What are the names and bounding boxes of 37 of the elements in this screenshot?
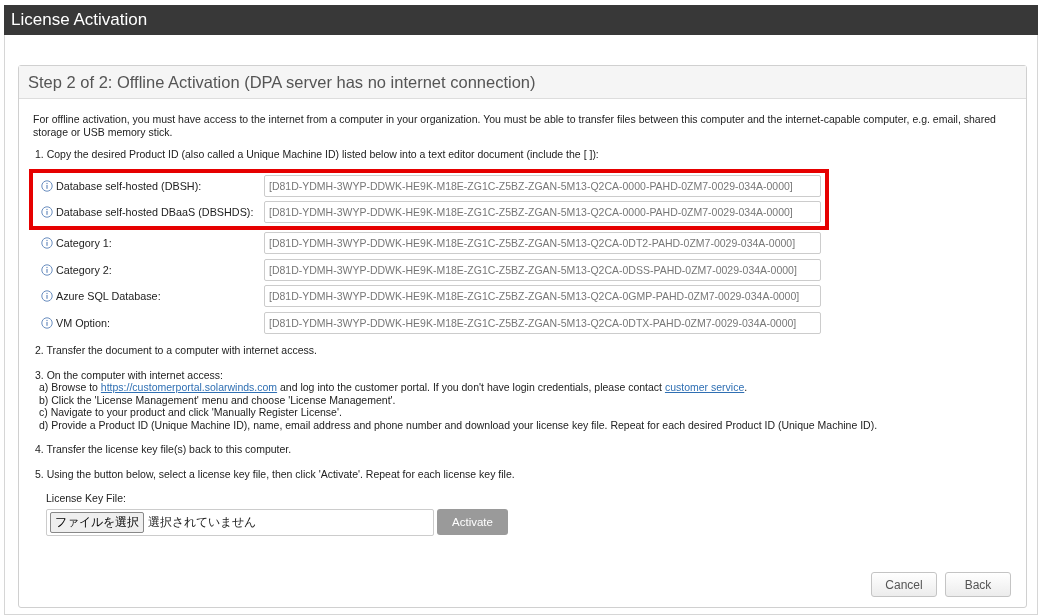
instruction-text: d) Provide a Product ID (Unique Machine ID), name, email address and phone number and download your license key file. Repeat for each desired Product ID (Unique Machine ID). — [39, 418, 879, 432]
info-icon[interactable] — [41, 237, 53, 249]
instruction-text: b) Click the 'License Management' menu and choose 'License Management'. — [39, 393, 397, 407]
intro-text: For offline activation, you must have access to the internet from a computer in your organization. You must be able to transfer files between this computer and the internet-capable computer, e.g. email, shared storage or USB memory stick. — [33, 113, 997, 138]
product-id-field[interactable]: [D81D-YDMH-3WYP-DDWK-HE9K-M18E-ZG1C-Z5BZ-ZGAN-5M13-Q2CA-0DT2-PAHD-0ZM7-0029-034A-0000] — [264, 232, 821, 254]
window-title: License Activation — [11, 10, 148, 30]
instruction-text: a) Browse to https://customerportal.solarwinds.com and log into the customer portal. If you don't have login credentials, please contact customer service. — [39, 381, 749, 394]
product-label: Database self-hosted (DBSH): — [56, 179, 202, 192]
choose-file-button[interactable]: ファイルを選択 — [50, 511, 144, 533]
instruction-text: c) Navigate to your product and click 'Manually Register License'. — [39, 406, 343, 419]
link[interactable]: https://customerportal.solarwinds.com — [100, 381, 278, 394]
product-label: Category 2: — [56, 263, 112, 276]
product-label: Category 1: — [56, 237, 112, 249]
panel-title: Step 2 of 2: Offline Activation (DPA server has no internet connection) — [19, 66, 1026, 99]
product-id-field[interactable]: [D81D-YDMH-3WYP-DDWK-HE9K-M18E-ZG1C-Z5BZ-ZGAN-5M13-Q2CA-0DTX-PAHD-0ZM7-0029-034A-0000] — [264, 311, 821, 334]
product-label: Azure SQL Database: — [56, 290, 161, 303]
info-icon[interactable] — [41, 206, 53, 219]
step-text: 2. Transfer the document to a computer with internet access. — [35, 344, 318, 357]
step-text: 1. Copy the desired Product ID (also called a Unique Machine ID) listed below into a text editor document (include the [ ]): — [35, 148, 600, 161]
file-input[interactable]: ファイルを選択 選択されていません — [46, 508, 434, 536]
file-label: License Key File: — [46, 492, 127, 505]
product-id-field[interactable]: [D81D-YDMH-3WYP-DDWK-HE9K-M18E-ZG1C-Z5BZ-ZGAN-5M13-Q2CA-0GMP-PAHD-0ZM7-0029-034A-0000] — [264, 285, 821, 308]
product-label: Database self-hosted DBaaS (DBSHDS): — [56, 206, 254, 219]
footer-button[interactable]: Cancel — [871, 572, 937, 597]
footer-button[interactable]: Back — [945, 572, 1011, 597]
step-text: 4. Transfer the license key file(s) back to this computer. — [35, 443, 293, 456]
product-id-field[interactable]: [D81D-YDMH-3WYP-DDWK-HE9K-M18E-ZG1C-Z5BZ-ZGAN-5M13-Q2CA-0000-PAHD-0ZM7-0029-034A-0000] — [264, 201, 821, 224]
info-icon[interactable] — [41, 316, 53, 329]
product-id-field[interactable]: [D81D-YDMH-3WYP-DDWK-HE9K-M18E-ZG1C-Z5BZ-ZGAN-5M13-Q2CA-0DSS-PAHD-0ZM7-0029-034A-0000] — [264, 258, 821, 281]
step-text: 3. On the computer with internet access: — [35, 368, 224, 382]
info-icon[interactable] — [41, 263, 53, 276]
file-status: 選択されていません — [148, 514, 256, 530]
info-icon[interactable] — [41, 179, 53, 192]
step-text: 5. Using the button below, select a license key file, then click 'Activate'. Repeat for each license key file. — [35, 467, 516, 481]
product-label: VM Option: — [56, 316, 110, 329]
info-icon[interactable] — [41, 290, 53, 303]
product-id-field[interactable]: [D81D-YDMH-3WYP-DDWK-HE9K-M18E-ZG1C-Z5BZ-ZGAN-5M13-Q2CA-0000-PAHD-0ZM7-0029-034A-0000] — [264, 174, 821, 197]
